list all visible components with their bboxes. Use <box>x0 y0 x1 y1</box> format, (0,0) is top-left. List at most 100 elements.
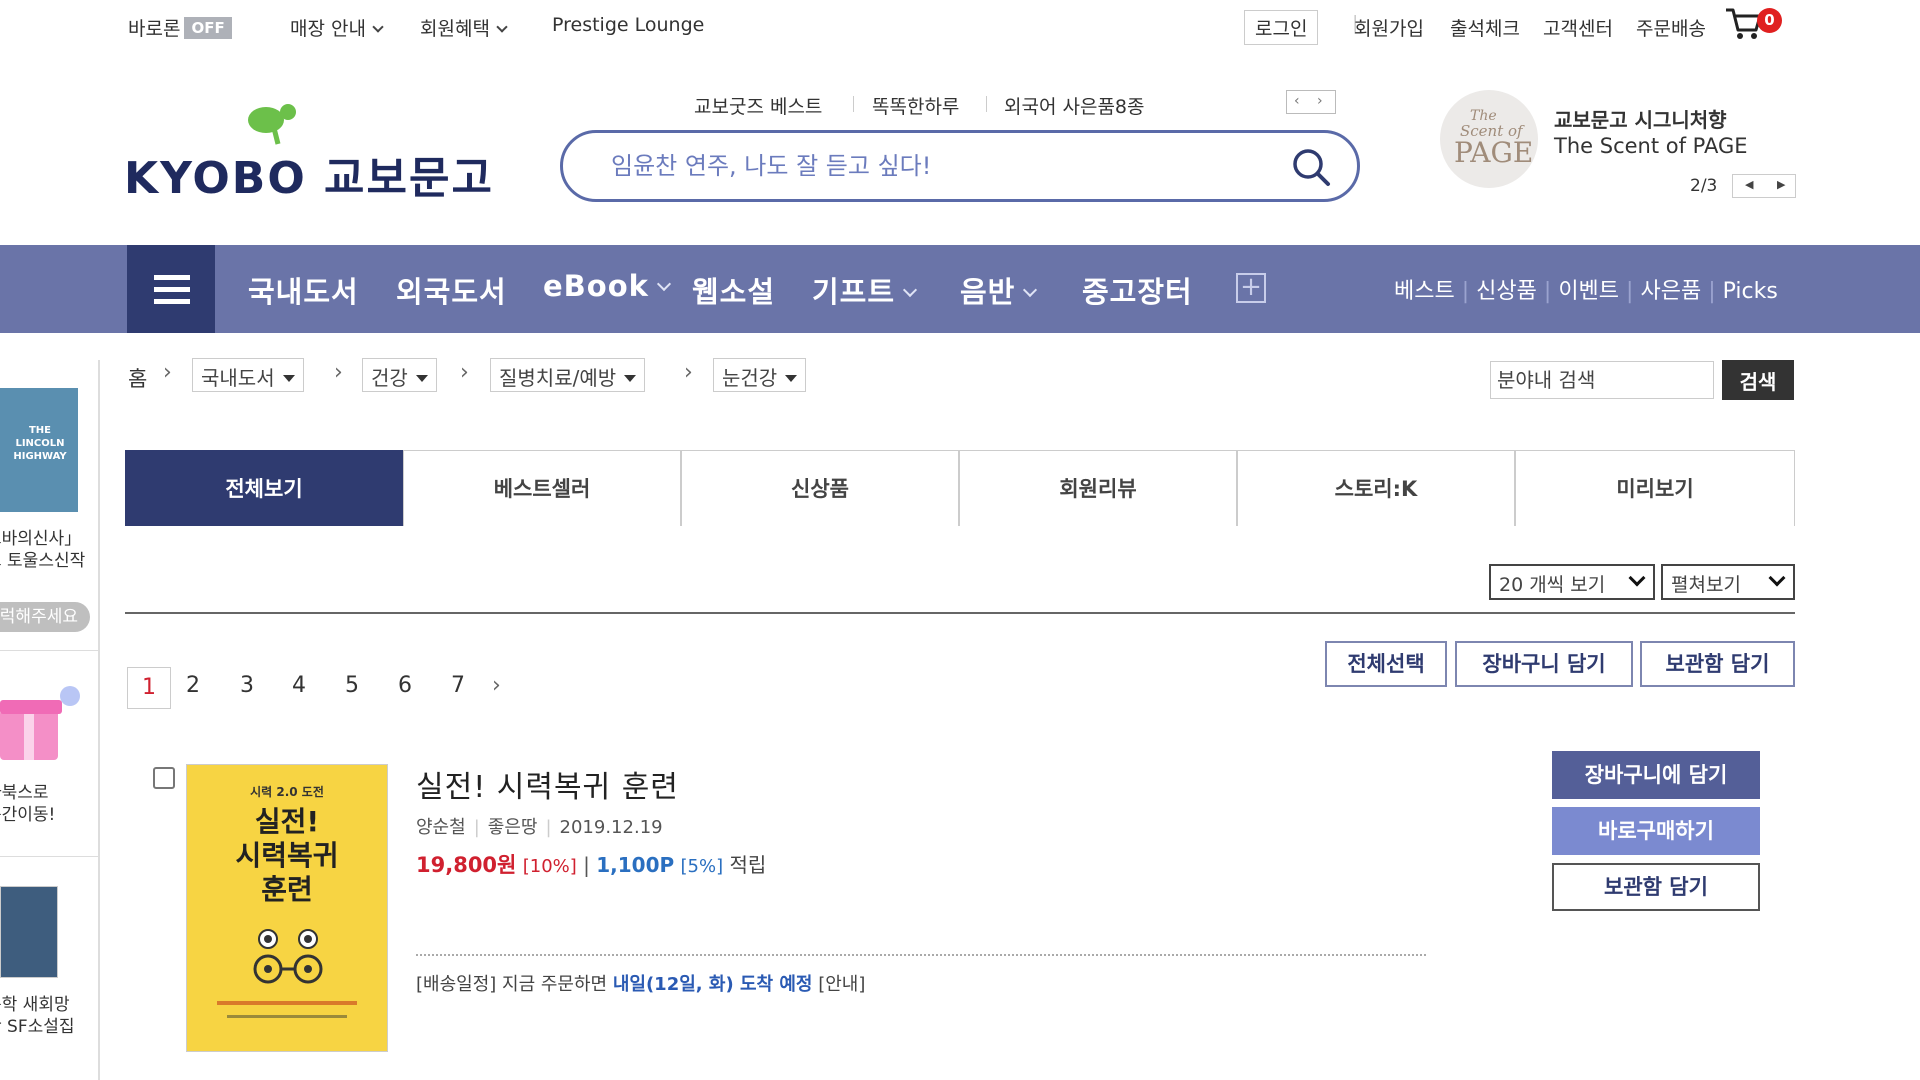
tab-preview[interactable]: 미리보기 <box>1515 450 1795 526</box>
next-page-icon[interactable]: › <box>492 673 501 698</box>
member-benefit-label: 회원혜택 <box>420 18 490 40</box>
quick-link-goods[interactable]: 교보굿즈 베스트 <box>694 92 822 119</box>
nav-new[interactable]: 신상품 <box>1476 279 1537 304</box>
promo-logo-text: PAGE <box>1454 136 1534 169</box>
page-1[interactable]: 1 <box>127 667 171 709</box>
shipping-info-link[interactable]: [안내] <box>818 974 865 995</box>
chevron-down-icon <box>372 21 384 33</box>
field-search-button[interactable]: 검색 <box>1722 360 1794 400</box>
nav-picks[interactable]: Picks <box>1723 279 1778 304</box>
quick-link-smart[interactable]: 똑똑한하루 <box>872 92 959 119</box>
page-6[interactable]: 6 <box>398 673 412 698</box>
page-7[interactable]: 7 <box>451 673 465 698</box>
chevron-down-icon <box>656 276 671 292</box>
product-meta: 양순철 | 좋은땅 | 2019.12.19 <box>416 817 663 838</box>
per-page-select[interactable]: 20 개씩 보기 <box>1489 564 1655 600</box>
promo-pager: ◀ ▶ <box>1732 174 1796 198</box>
cover-decoration <box>217 1001 357 1005</box>
tab-new[interactable]: 신상품 <box>681 450 959 526</box>
store-info-menu[interactable]: 매장 안내 <box>290 14 384 41</box>
add-to-cart-button[interactable]: 장바구니 담기 <box>1455 641 1633 687</box>
breadcrumb-home[interactable]: 홈 <box>128 363 147 393</box>
nav-music[interactable]: 음반 <box>960 269 1038 311</box>
tab-review[interactable]: 회원리뷰 <box>959 450 1237 526</box>
breadcrumb-level-3[interactable]: 질병치료/예방 <box>490 358 646 392</box>
product-add-to-wishlist-button[interactable]: 보관함 담기 <box>1552 863 1760 911</box>
nav-ebook[interactable]: eBook <box>543 269 671 303</box>
nav-gift[interactable]: 기프트 <box>812 269 918 311</box>
signup-link[interactable]: 회원가입 <box>1354 14 1424 41</box>
chevron-down-icon <box>1768 569 1786 587</box>
nav-web-novel[interactable]: 웹소설 <box>692 269 775 311</box>
divider <box>0 856 98 857</box>
member-benefit-menu[interactable]: 회원혜택 <box>420 14 508 41</box>
order-delivery-link[interactable]: 주문배송 <box>1636 14 1706 41</box>
nav-best[interactable]: 베스트 <box>1394 279 1455 304</box>
page-4[interactable]: 4 <box>292 673 306 698</box>
product-add-to-cart-button[interactable]: 장바구니에 담기 <box>1552 751 1760 799</box>
top-utility-bar: 바로론 OFF 매장 안내 회원혜택 Prestige Lounge 로그인 | … <box>0 0 1920 54</box>
glasses-illustration <box>253 929 323 984</box>
nav-right-links: 베스트 | 신상품 | 이벤트 | 사은품 | Picks <box>1394 279 1778 304</box>
kyobo-logo[interactable]: KYOBO 교보문고 <box>124 98 492 204</box>
left-sidebar: THE LINCOLN HIGHWAY 크바의신사」 고 토울스신작 럭해주세요… <box>0 360 100 1080</box>
promo-subtitle[interactable]: The Scent of PAGE <box>1554 134 1748 158</box>
product-cover-image[interactable]: 시력 2.0 도전 실전! 시력복귀 훈련 <box>186 764 388 1052</box>
product-checkbox[interactable] <box>153 767 175 789</box>
baroron-toggle[interactable]: 바로론 OFF <box>128 14 232 41</box>
product-points: 1,100P <box>596 853 675 877</box>
promo-title[interactable]: 교보문고 시그니처향 <box>1554 104 1727 133</box>
nav-event[interactable]: 이벤트 <box>1558 279 1619 304</box>
sidebar-text-line: 고 토울스신작 <box>0 551 86 571</box>
caret-left-icon[interactable]: ◀ <box>1745 178 1753 191</box>
scent-of-page-logo[interactable]: The Scent of PAGE <box>1440 90 1538 188</box>
product-publisher[interactable]: 좋은땅 <box>488 817 538 838</box>
breadcrumb-level-1[interactable]: 국내도서 <box>192 358 304 392</box>
sidebar-book-thumbnail[interactable] <box>0 886 58 978</box>
plus-icon[interactable]: + <box>1236 273 1266 303</box>
breadcrumb-level-4[interactable]: 눈건강 <box>713 358 807 392</box>
nav-giveaway[interactable]: 사은품 <box>1640 279 1701 304</box>
sidebar-item-text[interactable]: 크바의신사」 고 토울스신작 <box>0 528 85 572</box>
view-mode-select[interactable]: 펼쳐보기 <box>1661 564 1795 600</box>
nav-domestic-books[interactable]: 국내도서 <box>248 269 359 311</box>
cart-button[interactable]: 0 <box>1724 6 1782 46</box>
gift-box-icon[interactable] <box>0 666 80 776</box>
select-all-button[interactable]: 전체선택 <box>1325 641 1447 687</box>
quick-link-gift[interactable]: 외국어 사은품8종 <box>1004 92 1145 119</box>
chevron-right-icon: › <box>334 360 343 385</box>
product-title[interactable]: 실전! 시력복귀 훈련 <box>416 762 679 806</box>
buy-now-button[interactable]: 바로구매하기 <box>1552 807 1760 855</box>
attendance-link[interactable]: 출석체크 <box>1450 14 1520 41</box>
chevron-down-icon <box>1023 282 1038 298</box>
product-points-rate: [5%] <box>680 856 724 877</box>
sidebar-text-line: 란 SF소설집 <box>0 1017 75 1037</box>
search-input[interactable] <box>611 149 1251 183</box>
breadcrumb-level-2[interactable]: 건강 <box>362 358 437 392</box>
chevron-left-icon[interactable]: ‹ <box>1294 93 1300 109</box>
chevron-right-icon[interactable]: › <box>1317 93 1323 109</box>
customer-center-link[interactable]: 고객센터 <box>1543 14 1613 41</box>
caret-right-icon[interactable]: ▶ <box>1777 178 1785 191</box>
sidebar-book-cover[interactable]: THE LINCOLN HIGHWAY <box>0 388 78 512</box>
sidebar-pill-button[interactable]: 럭해주세요 <box>0 602 90 632</box>
prestige-lounge-link[interactable]: Prestige Lounge <box>552 14 704 36</box>
product-author[interactable]: 양순철 <box>416 817 466 838</box>
add-to-wishlist-button[interactable]: 보관함 담기 <box>1640 641 1795 687</box>
page-2[interactable]: 2 <box>186 673 200 698</box>
tab-bestseller[interactable]: 베스트셀러 <box>403 450 681 526</box>
sidebar-item-text[interactable]: 문학 새회망 란 SF소설집 <box>0 994 75 1038</box>
sidebar-text-line: 문학 새회망 <box>0 995 70 1015</box>
all-menu-button[interactable] <box>127 245 215 333</box>
tab-all[interactable]: 전체보기 <box>125 450 403 526</box>
page-5[interactable]: 5 <box>345 673 359 698</box>
page-3[interactable]: 3 <box>240 673 254 698</box>
nav-foreign-books[interactable]: 외국도서 <box>396 269 507 311</box>
nav-used-market[interactable]: 중고장터 <box>1082 269 1193 311</box>
field-search-input[interactable] <box>1490 361 1714 399</box>
off-badge[interactable]: OFF <box>184 17 232 39</box>
search-icon[interactable] <box>1291 147 1331 187</box>
sidebar-item-text[interactable]: 타북스로 순간이동! <box>0 782 55 826</box>
login-button[interactable]: 로그인 <box>1244 10 1319 45</box>
tab-story[interactable]: 스토리:K <box>1237 450 1515 526</box>
